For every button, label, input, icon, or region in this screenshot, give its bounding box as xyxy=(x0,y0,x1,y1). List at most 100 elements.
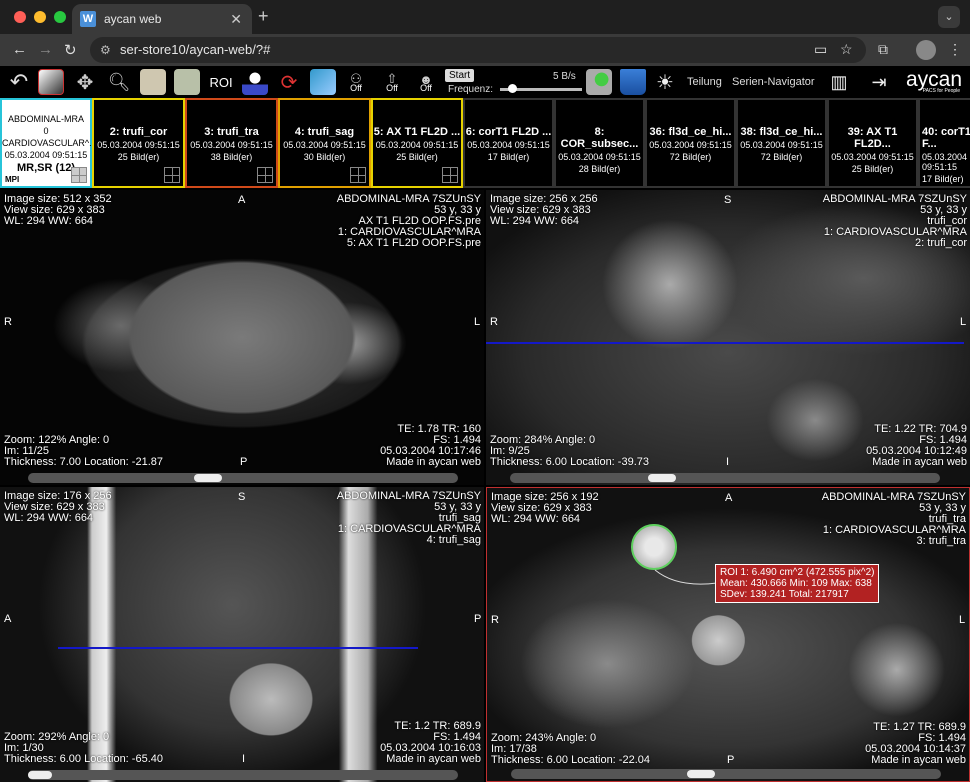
address-bar[interactable]: ⚙ ser-store10/aycan-web/?# xyxy=(90,37,866,63)
overlay-bottom-right: TE: 1.27 TR: 689.9 FS: 1.494 05.03.2004 10… xyxy=(865,721,966,766)
layout-teilung-button[interactable]: Teilung xyxy=(687,76,722,88)
browser-tab[interactable]: W aycan web ✕ xyxy=(72,4,252,34)
image-scrollbar[interactable] xyxy=(511,769,941,779)
image-scrollbar[interactable] xyxy=(510,473,940,483)
off-label-2: Off xyxy=(386,83,398,93)
close-window-button[interactable] xyxy=(14,11,26,23)
orientation-right: L xyxy=(960,316,967,328)
series-thumb-ax-t1-39[interactable]: 39: AX T1 FL2D... 05.03.2004 09:51:15 25 B… xyxy=(827,98,918,188)
cine-start-button[interactable]: Start xyxy=(445,69,475,82)
tab-title: aycan web xyxy=(104,12,162,26)
series-strip: ABDOMINAL-MRA 0 CARDIOVASCULAR^... 05.03… xyxy=(0,98,970,188)
orientation-left: A xyxy=(4,613,12,625)
off-label-1: Off xyxy=(350,83,362,93)
overlay-top-right: ABDOMINAL-MRA 7SZUnSY 53 y, 33 y AX T1 FL2… xyxy=(336,193,481,249)
frequency-label: Frequenz: xyxy=(448,84,494,95)
viewport-bottom-left[interactable]: Image size: 176 x 256 View size: 629 x 38… xyxy=(0,487,484,782)
forward-arrow-icon[interactable]: → xyxy=(38,41,53,58)
window-controls xyxy=(14,11,66,23)
angle-tool-icon[interactable] xyxy=(174,69,200,95)
series-thumb-study[interactable]: ABDOMINAL-MRA 0 CARDIOVASCULAR^... 05.03… xyxy=(0,98,97,188)
series-thumb-trufi-cor[interactable]: 2: trufi_cor 05.03.2004 09:51:15 25 Bild(e… xyxy=(92,98,185,188)
overlay-bottom-right: TE: 1.2 TR: 689.9 FS: 1.494 05.03.2004 10:… xyxy=(380,720,481,765)
series-thumb-trufi-tra[interactable]: 3: trufi_tra 05.03.2004 09:51:15 38 Bild(e… xyxy=(185,98,278,188)
export-icon[interactable] xyxy=(586,69,612,95)
orientation-left: R xyxy=(490,316,498,328)
overlay-bottom-right: TE: 1.22 TR: 704.9 FS: 1.494 05.03.2004 10… xyxy=(866,423,967,468)
annotation-person-icon[interactable] xyxy=(242,69,268,95)
orientation-right: L xyxy=(474,316,481,328)
orientation-right: P xyxy=(474,613,482,625)
roi-tool-button[interactable]: ROI xyxy=(206,69,236,95)
overlay-bottom-left: Zoom: 122% Angle: 0 Im: 11/25 Thickness: 7… xyxy=(4,434,163,468)
profile-avatar[interactable] xyxy=(916,40,936,60)
browser-address-row: ← → ↻ ⚙ ser-store10/aycan-web/?# ▭ ☆ ⧉ ⋮ xyxy=(0,34,970,66)
url-text: ser-store10/aycan-web/?# xyxy=(120,42,271,57)
scrollbar-thumb[interactable] xyxy=(28,771,52,779)
new-tab-button[interactable]: + xyxy=(258,6,269,27)
viewport-bottom-right[interactable]: ROI 1: 6.490 cm^2 (472.555 pix^2) Mean: 4… xyxy=(486,487,970,782)
viewport-top-right[interactable]: Image size: 256 x 256 View size: 629 x 38… xyxy=(486,190,970,485)
maximize-window-button[interactable] xyxy=(54,11,66,23)
orientation-bottom: I xyxy=(242,753,246,765)
series-thumb-cort1[interactable]: 6: corT1 FL2D ... 05.03.2004 09:51:15 17 B… xyxy=(463,98,554,188)
scrollbar-thumb[interactable] xyxy=(194,474,222,482)
series-thumb-fl3d-36[interactable]: 36: fl3d_ce_hi... 05.03.2004 09:51:15 72 B… xyxy=(645,98,736,188)
back-arrow-icon[interactable]: ← xyxy=(12,41,27,58)
bookmark-star-icon[interactable]: ☆ xyxy=(840,41,853,58)
orientation-bottom: P xyxy=(727,754,735,766)
scrollbar-thumb[interactable] xyxy=(648,474,676,482)
book-icon[interactable]: ▥ xyxy=(826,69,852,95)
series-thumb-fl3d-38[interactable]: 38: fl3d_ce_hi... 05.03.2004 09:51:15 72 B… xyxy=(736,98,827,188)
orientation-bottom: P xyxy=(240,456,248,468)
orientation-top: A xyxy=(238,194,246,206)
logout-icon[interactable]: ⇥ xyxy=(866,69,892,95)
overlay-bottom-left: Zoom: 284% Angle: 0 Im: 9/25 Thickness: 6.… xyxy=(490,434,649,468)
scrollbar-thumb[interactable] xyxy=(687,770,715,778)
extensions-puzzle-icon[interactable]: ⧉ xyxy=(878,41,888,58)
aycan-logo: aycan PACS for People xyxy=(906,68,963,94)
roi-statistics-label[interactable]: ROI 1: 6.490 cm^2 (472.555 pix^2) Mean: 4… xyxy=(715,564,880,603)
series-thumb-trufi-sag[interactable]: 4: trufi_sag 05.03.2004 09:51:15 30 Bild(e… xyxy=(278,98,371,188)
pan-move-icon[interactable]: ✥ xyxy=(72,69,98,95)
aycan-favicon-icon: W xyxy=(80,11,96,27)
series-thumb-ax-t1[interactable]: 5: AX T1 FL2D ... 05.03.2004 09:51:15 25 B… xyxy=(371,98,463,188)
tab-list-chevron-icon[interactable]: ⌄ xyxy=(938,6,960,28)
reference-off-toggle[interactable]: ☻ Off xyxy=(412,69,440,95)
trash-icon[interactable] xyxy=(620,69,646,95)
orientation-left: R xyxy=(491,614,499,626)
orientation-top: S xyxy=(724,194,732,206)
layout-grid-icon xyxy=(350,167,366,183)
overlay-bottom-left: Zoom: 243% Angle: 0 Im: 17/38 Thickness: 6… xyxy=(491,732,650,766)
overlay-top-left: Image size: 512 x 352 View size: 629 x 38… xyxy=(4,193,112,227)
sync-off-toggle[interactable]: ⇧ Off xyxy=(378,69,406,95)
cast-icon[interactable]: ▭ xyxy=(814,41,827,58)
reference-position-line[interactable] xyxy=(58,647,418,649)
overlay-top-left: Image size: 176 x 256 View size: 629 x 38… xyxy=(4,490,112,524)
cine-icon[interactable] xyxy=(310,69,336,95)
series-thumb-cort1-40[interactable]: 40: corT1 F... 05.03.2004 09:51:15 17 Bild… xyxy=(918,98,970,188)
viewport-top-left[interactable]: Image size: 512 x 352 View size: 629 x 38… xyxy=(0,190,484,485)
roi-label: ROI xyxy=(209,74,233,90)
overlay-top-right: ABDOMINAL-MRA 7SZUnSY 53 y, 33 y trufi_cor… xyxy=(822,193,967,249)
brightness-sun-icon[interactable]: ☀ xyxy=(652,69,678,95)
series-thumb-cor-subsec[interactable]: 8: COR_subsec... 05.03.2004 09:51:15 28 Bi… xyxy=(554,98,645,188)
window-level-icon[interactable] xyxy=(38,69,64,95)
image-scrollbar[interactable] xyxy=(28,770,458,780)
frequency-slider-handle[interactable] xyxy=(508,84,517,93)
zoom-magnifier-icon[interactable]: 🔍︎ xyxy=(106,69,132,95)
close-tab-icon[interactable]: ✕ xyxy=(230,11,242,28)
overlay-off-toggle[interactable]: ⚇ Off xyxy=(342,69,370,95)
rotate-icon[interactable]: ⟳ xyxy=(276,69,302,95)
reference-position-line[interactable] xyxy=(486,342,964,344)
series-navigator-button[interactable]: Serien-Navigator xyxy=(732,76,815,88)
minimize-window-button[interactable] xyxy=(34,11,46,23)
browser-menu-icon[interactable]: ⋮ xyxy=(948,41,962,58)
viewer-toolbar: ↶ ✥ 🔍︎ ROI ⟳ ⚇ Off ⇧ Off ☻ Off Start Fre… xyxy=(0,66,970,98)
image-scrollbar[interactable] xyxy=(28,473,458,483)
measure-tool-icon[interactable] xyxy=(140,69,166,95)
reload-icon[interactable]: ↻ xyxy=(64,41,77,59)
undo-arrow-icon[interactable]: ↶ xyxy=(6,69,32,95)
site-info-icon[interactable]: ⚙ xyxy=(100,37,111,63)
overlay-top-right: ABDOMINAL-MRA 7SZUnSY 53 y, 33 y trufi_sag… xyxy=(336,490,481,546)
